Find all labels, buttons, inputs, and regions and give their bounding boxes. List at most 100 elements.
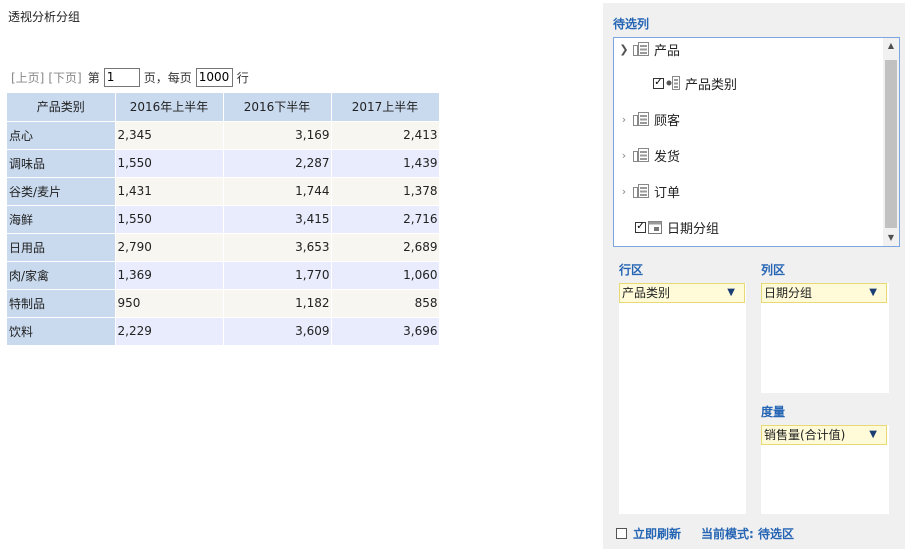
tree-node-label: 顾客 <box>654 113 681 129</box>
value-cell: 2,413 <box>331 121 440 150</box>
current-mode-label: 当前模式: 待选区 <box>701 526 794 541</box>
scroll-thumb[interactable] <box>885 60 897 228</box>
table-row: 饮料 2,229 3,609 3,696 <box>7 317 440 346</box>
panel-footer: 立即刷新 当前模式: 待选区 <box>616 525 794 541</box>
header-row: 产品类别 2016年上半年 2016下半年 2017上半年 <box>7 93 440 122</box>
value-cell: 2,287 <box>223 149 332 178</box>
value-cell: 1,378 <box>331 177 440 206</box>
dropdown-arrow-icon[interactable]: ▼ <box>727 284 735 302</box>
row-zone[interactable]: 产品类别 ▼ <box>619 283 746 514</box>
tree-node-customer[interactable]: › 顾客 <box>618 108 680 130</box>
row-field-chip[interactable]: 产品类别 ▼ <box>619 283 745 303</box>
tree-node-label: 订单 <box>654 185 681 201</box>
row-field-label: 产品类别 <box>622 286 671 300</box>
value-cell: 2,790 <box>115 233 224 262</box>
dropdown-arrow-icon[interactable]: ▼ <box>869 426 877 444</box>
table-row: 调味品 1,550 2,287 1,439 <box>7 149 440 178</box>
tree-node-label: 产品类别 <box>685 77 738 93</box>
table-row: 海鲜 1,550 3,415 2,716 <box>7 205 440 234</box>
row-header-cell[interactable]: 特制品 <box>7 289 116 318</box>
tree-node-label: 发货 <box>654 149 681 165</box>
dimension-folder-icon <box>633 184 649 198</box>
value-cell: 3,696 <box>331 317 440 346</box>
table-row: 点心 2,345 3,169 2,413 <box>7 121 440 150</box>
value-cell: 1,431 <box>115 177 224 206</box>
row-header-cell[interactable]: 饮料 <box>7 317 116 346</box>
product-category-checkbox[interactable]: ✓ <box>653 77 664 89</box>
value-cell: 3,653 <box>223 233 332 262</box>
pivot-table: 产品类别 2016年上半年 2016下半年 2017上半年 点心 2,345 3… <box>7 93 440 346</box>
tree-node-product-category[interactable]: ✓ 产品类别 <box>653 72 737 94</box>
column-header[interactable]: 2016年上半年 <box>115 93 224 122</box>
auto-refresh-checkbox[interactable] <box>616 527 627 539</box>
value-cell: 1,439 <box>331 149 440 178</box>
row-header-cell[interactable]: 谷类/麦片 <box>7 177 116 206</box>
value-cell: 1,550 <box>115 205 224 234</box>
scroll-up-icon[interactable]: ▲ <box>883 38 899 54</box>
value-cell: 1,744 <box>223 177 332 206</box>
table-row: 特制品 950 1,182 858 <box>7 289 440 318</box>
row-header-cell[interactable]: 点心 <box>7 121 116 150</box>
dropdown-arrow-icon[interactable]: ▼ <box>869 284 877 302</box>
value-cell: 950 <box>115 289 224 318</box>
column-header[interactable]: 2016下半年 <box>223 93 332 122</box>
value-cell: 1,550 <box>115 149 224 178</box>
page-prefix-label: 第 <box>87 70 100 85</box>
column-zone-label: 列区 <box>761 263 786 277</box>
chevron-down-icon[interactable]: ❯ <box>618 43 630 56</box>
value-cell: 858 <box>331 289 440 318</box>
value-cell: 1,060 <box>331 261 440 290</box>
value-cell: 3,415 <box>223 205 332 234</box>
date-group-checkbox[interactable]: ✓ <box>635 221 646 233</box>
measure-zone[interactable]: 销售量(合计值) ▼ <box>761 425 889 514</box>
table-row: 谷类/麦片 1,431 1,744 1,378 <box>7 177 440 206</box>
tree-node-order[interactable]: › 订单 <box>618 180 680 202</box>
value-cell: 2,345 <box>115 121 224 150</box>
candidate-columns-label: 待选列 <box>613 17 650 31</box>
table-row: 日用品 2,790 3,653 2,689 <box>7 233 440 262</box>
value-cell: 1,182 <box>223 289 332 318</box>
dimension-folder-icon <box>633 112 649 126</box>
date-folder-icon <box>648 221 662 234</box>
auto-refresh-label[interactable]: 立即刷新 <box>633 525 681 542</box>
field-icon <box>666 76 680 90</box>
tree-node-product[interactable]: ❯ 产品 <box>618 38 680 60</box>
tree-node-shipping[interactable]: › 发货 <box>618 144 680 166</box>
value-cell: 1,770 <box>223 261 332 290</box>
measure-field-chip[interactable]: 销售量(合计值) ▼ <box>761 425 887 445</box>
prev-page-link[interactable]: [上页] <box>11 69 44 86</box>
dimension-folder-icon <box>633 42 649 56</box>
column-field-label: 日期分组 <box>764 286 813 300</box>
row-header-cell[interactable]: 调味品 <box>7 149 116 178</box>
column-field-chip[interactable]: 日期分组 ▼ <box>761 283 887 303</box>
tree-scrollbar[interactable]: ▲ ▼ <box>883 38 899 246</box>
chevron-right-icon[interactable]: › <box>618 113 630 126</box>
page-size-input[interactable] <box>195 67 233 87</box>
chevron-right-icon[interactable]: › <box>618 149 630 162</box>
next-page-link[interactable]: [下页] <box>48 69 81 86</box>
tree-node-label: 产品 <box>654 43 681 59</box>
row-header-cell[interactable]: 日用品 <box>7 233 116 262</box>
scroll-down-icon[interactable]: ▼ <box>883 230 899 246</box>
row-header-cell[interactable]: 肉/家禽 <box>7 261 116 290</box>
value-cell: 2,229 <box>115 317 224 346</box>
pager: [上页] [下页] 第 页，每页 行 <box>11 67 253 87</box>
row-zone-label: 行区 <box>619 263 644 277</box>
chevron-right-icon[interactable]: › <box>618 185 630 198</box>
measure-zone-label: 度量 <box>761 405 786 419</box>
page-suffix-label: 页，每页 <box>143 70 192 85</box>
column-header[interactable]: 2017上半年 <box>331 93 440 122</box>
table-row: 肉/家禽 1,369 1,770 1,060 <box>7 261 440 290</box>
page-number-input[interactable] <box>103 67 140 87</box>
tree-node-date-group[interactable]: ✓ 日期分组 <box>635 216 719 238</box>
value-cell: 2,716 <box>331 205 440 234</box>
pivot-config-panel: 待选列 ❯ 产品 ✓ 产品类别 › 顾客 › 发货 › 订单 ✓ 日期分组 ▲ … <box>603 3 905 549</box>
candidate-field-tree: ❯ 产品 ✓ 产品类别 › 顾客 › 发货 › 订单 ✓ 日期分组 ▲ ▼ <box>613 37 900 247</box>
value-cell: 3,169 <box>223 121 332 150</box>
page-title: 透视分析分组 <box>8 10 81 24</box>
row-header-cell[interactable]: 海鲜 <box>7 205 116 234</box>
value-cell: 3,609 <box>223 317 332 346</box>
column-header[interactable]: 产品类别 <box>7 93 116 122</box>
value-cell: 1,369 <box>115 261 224 290</box>
column-zone[interactable]: 日期分组 ▼ <box>761 283 889 393</box>
